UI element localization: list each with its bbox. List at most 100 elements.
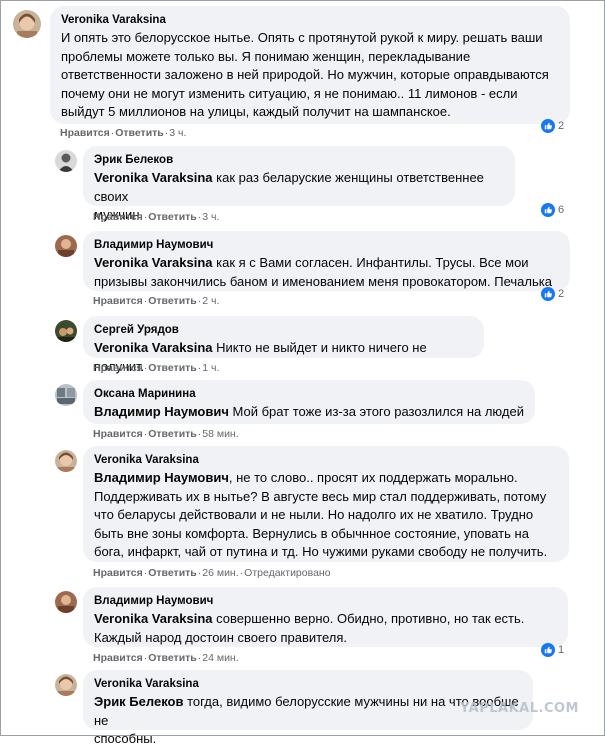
reply-link[interactable]: Ответить (148, 428, 197, 440)
reply-link[interactable]: Ответить (115, 127, 164, 139)
comment-time[interactable]: 24 мин. (202, 652, 238, 664)
reply-link[interactable]: Ответить (148, 295, 197, 307)
reply-link[interactable]: Ответить (148, 362, 197, 374)
comment-line: Veronika Varaksina совершенно верно. Оби… (94, 610, 557, 629)
reaction-count[interactable]: 6 (541, 202, 564, 218)
like-thumb-icon (541, 287, 555, 301)
avatar[interactable] (55, 235, 77, 257)
like-link[interactable]: Нравится (93, 362, 143, 374)
comment-author[interactable]: Veronika Varaksina (94, 677, 522, 692)
comment-actions: Нравится·Ответить·24 мин. (93, 652, 239, 664)
comment-author[interactable]: Оксана Маринина (94, 387, 524, 402)
comment-time[interactable]: 3 ч. (169, 127, 186, 139)
mention-link[interactable]: Veronika Varaksina (94, 170, 213, 185)
comment-line: Владимир Наумович, не то слово.. просят … (94, 469, 558, 488)
reply-link[interactable]: Ответить (148, 211, 197, 223)
mention-link[interactable]: Veronika Varaksina (94, 255, 213, 270)
mention-link[interactable]: Владимир Наумович (94, 470, 229, 485)
comment-line: почему они не могут изменить ситуацию, я… (61, 85, 518, 101)
reply-link[interactable]: Ответить (148, 567, 197, 579)
reaction-number: 1 (558, 644, 565, 656)
watermark-logo: YAPLAKAL.COM (460, 701, 579, 716)
comment-actions: Нравится·Ответить·58 мин. (93, 428, 239, 440)
comment-actions: Нравится·Ответить·3 ч. (60, 127, 187, 139)
comment-author[interactable]: Владимир Наумович (94, 594, 557, 609)
mention-link[interactable]: Veronika Varaksina (94, 340, 213, 355)
comment-author[interactable]: Сергей Урядов (94, 323, 473, 338)
avatar[interactable] (55, 674, 77, 696)
comment-bubble: Veronika Varaksina И опять это белорусск… (50, 6, 570, 124)
comment-author[interactable]: Veronika Varaksina (61, 13, 559, 28)
avatar[interactable] (55, 150, 77, 172)
comment-time[interactable]: 26 мин. (202, 567, 238, 579)
comment-actions: Нравится·Ответить·3 ч. (93, 211, 220, 223)
avatar[interactable] (55, 450, 77, 472)
comment-time[interactable]: 58 мин. (202, 428, 238, 440)
avatar[interactable] (13, 10, 41, 38)
comment-line-text: Мой брат тоже из-за этого разозлился на … (228, 404, 524, 419)
comment-line: Veronika Varaksina как раз беларуские же… (94, 169, 504, 206)
like-link[interactable]: Нравится (93, 567, 143, 579)
like-link[interactable]: Нравится (60, 127, 110, 139)
mention-link[interactable]: Эрик Белеков (94, 694, 183, 709)
reaction-number: 6 (558, 204, 565, 216)
comment-bubble: Сергей Урядов Veronika Varaksina Никто н… (83, 316, 484, 374)
like-link[interactable]: Нравится (93, 211, 143, 223)
reaction-number: 2 (558, 288, 565, 300)
reply-link[interactable]: Ответить (148, 652, 197, 664)
like-link[interactable]: Нравится (93, 295, 143, 307)
comment-line-text: как я с Вами согласен. Инфантилы. Трусы.… (212, 255, 529, 270)
comment-line: Veronika Varaksina как я с Вами согласен… (94, 254, 559, 273)
comment-line: способны. (94, 731, 157, 746)
comment-line: что беларусы действовали и не ныли. Но н… (94, 507, 534, 522)
comment-text: И опять это белорусское нытье. Опять с п… (61, 29, 559, 122)
comment-bubble: Оксана Маринина Владимир Наумович Мой бр… (83, 380, 535, 424)
comment-text: Владимир Наумович Мой брат тоже из-за эт… (94, 403, 524, 422)
comment-line: призывы закончились баном и именованием … (94, 273, 552, 289)
comment-time[interactable]: 1 ч. (202, 362, 219, 374)
mention-link[interactable]: Владимир Наумович (94, 404, 229, 419)
like-link[interactable]: Нравится (93, 652, 143, 664)
comment-text: Эрик Белеков тогда, видимо белорусские м… (94, 693, 522, 749)
comment-line: ответственности заложено в ней природой.… (61, 67, 549, 82)
reaction-count[interactable]: 2 (541, 286, 564, 302)
comment-author[interactable]: Эрик Белеков (94, 153, 504, 168)
comment-bubble: Эрик Белеков Veronika Varaksina как раз … (83, 146, 515, 222)
comment-line: выйдут 5 миллионов на улицы, каждый полу… (61, 104, 451, 119)
comment-text: Veronika Varaksina как я с Вами согласен… (94, 254, 559, 291)
comment-actions: Нравится·Ответить·26 мин.·Отредактирован… (93, 567, 331, 579)
avatar[interactable] (55, 384, 77, 406)
comment-line: Поддерживать их в нытье? В августе весь … (94, 488, 547, 504)
reaction-count[interactable]: 2 (541, 118, 564, 134)
comment-time[interactable]: 3 ч. (202, 211, 219, 223)
comment-line-text: совершенно верно. Обидно, противно, но т… (212, 611, 525, 626)
comment-line: И опять это белорусское нытье. Опять с п… (61, 30, 543, 45)
comment-bubble: Veronika Varaksina Владимир Наумович, не… (83, 446, 569, 562)
like-link[interactable]: Нравится (93, 428, 143, 440)
comment-text: Veronika Varaksina совершенно верно. Оби… (94, 610, 557, 647)
reaction-count[interactable]: 1 (541, 642, 564, 658)
comment-actions: Нравится·Ответить·2 ч. (93, 295, 220, 307)
comment-bubble: Владимир Наумович Veronika Varaksina сов… (83, 587, 568, 647)
like-thumb-icon (541, 203, 555, 217)
comment-author[interactable]: Владимир Наумович (94, 238, 559, 253)
comment-line: Владимир Наумович Мой брат тоже из-за эт… (94, 403, 524, 422)
like-thumb-icon (541, 643, 555, 657)
like-thumb-icon (541, 119, 555, 133)
comment-bubble: Veronika Varaksina Эрик Белеков тогда, в… (83, 670, 533, 746)
comment-line: проблемы можете только вы. Я понимаю жен… (61, 48, 471, 64)
mention-link[interactable]: Veronika Varaksina (94, 611, 213, 626)
comment-text: Владимир Наумович, не то слово.. просят … (94, 469, 558, 562)
comment-time[interactable]: 2 ч. (202, 295, 219, 307)
comment-line: бога, инфаркт, чай от путина и тд. Но чу… (94, 544, 548, 559)
comment-line-text: , не то слово.. просят их поддержать мор… (228, 470, 518, 485)
comment-line: быть вне зоны комфорта. Вернулись в обыч… (94, 525, 529, 541)
edited-label[interactable]: Отредактировано (244, 567, 330, 579)
comment-line: Каждый народ достоин своего правителя. (94, 629, 348, 645)
avatar[interactable] (55, 591, 77, 613)
comment-author[interactable]: Veronika Varaksina (94, 453, 558, 468)
comment-bubble: Владимир Наумович Veronika Varaksina как… (83, 231, 570, 291)
avatar[interactable] (55, 320, 77, 342)
reaction-number: 2 (558, 120, 565, 132)
comment-line: Эрик Белеков тогда, видимо белорусские м… (94, 693, 522, 730)
